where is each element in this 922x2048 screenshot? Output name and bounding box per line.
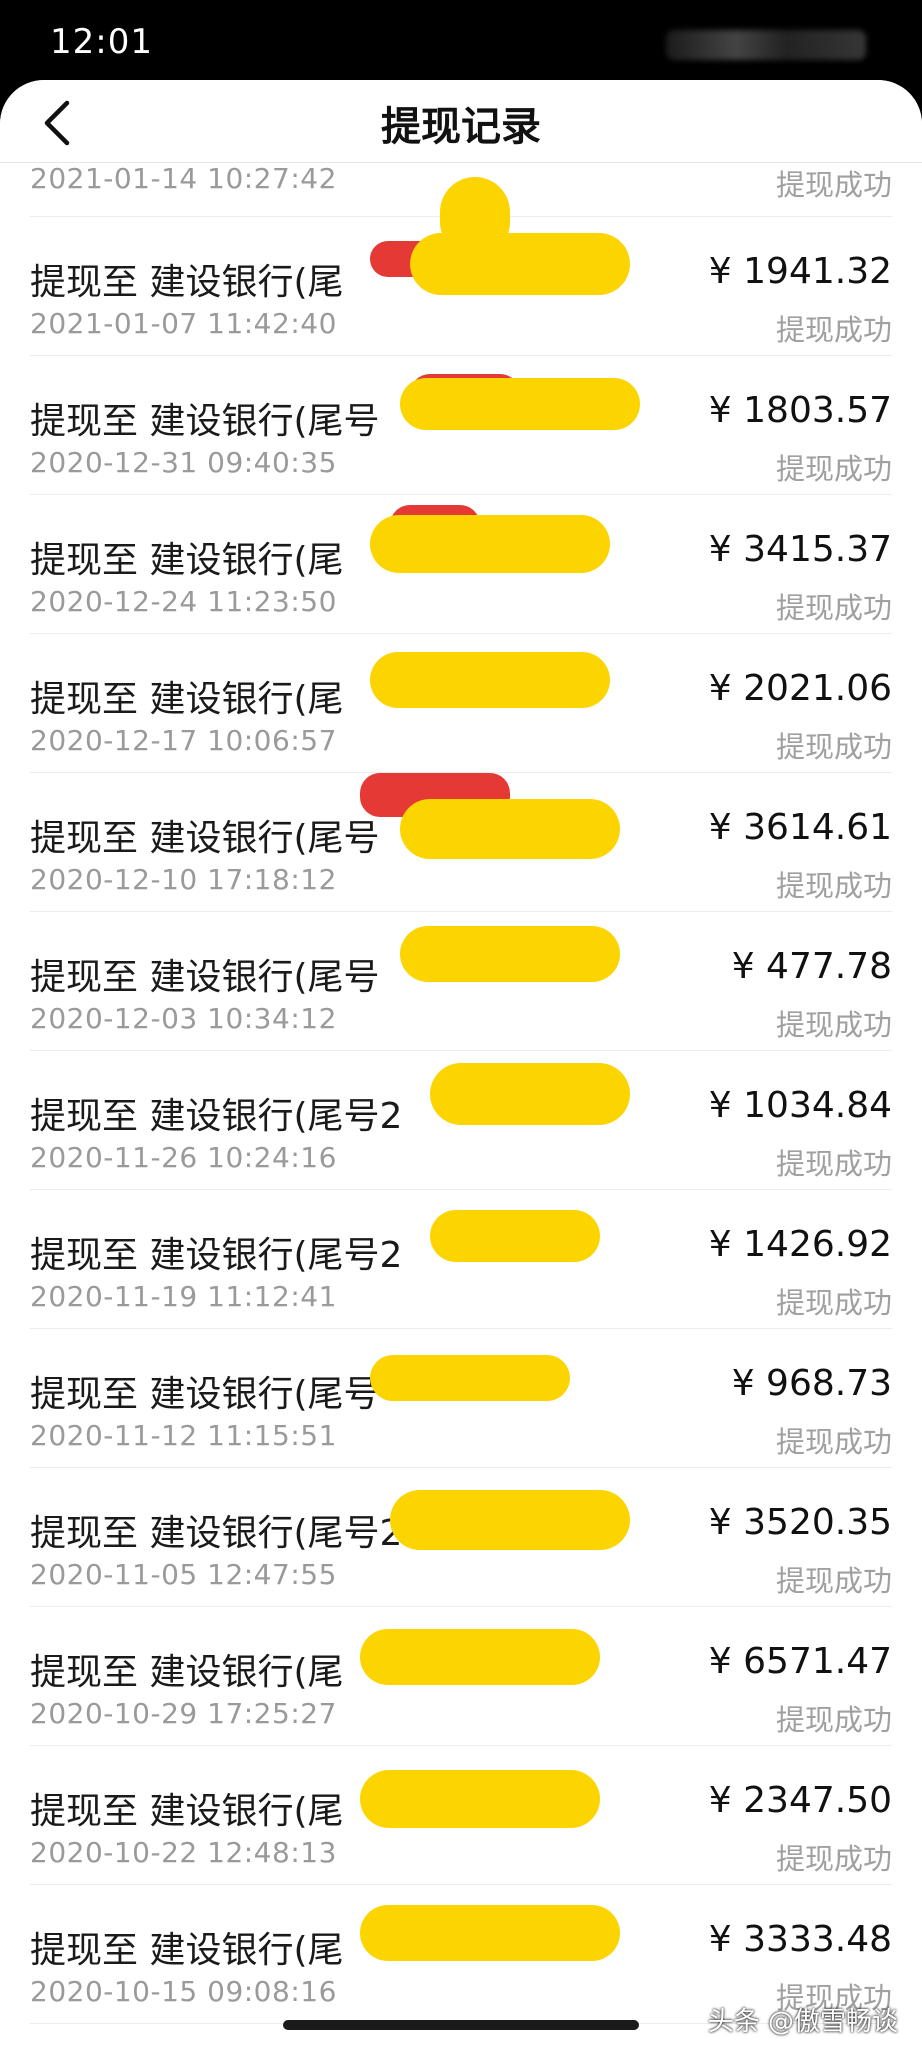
record-title: 提现至 建设银行(尾号 — [30, 818, 380, 859]
record-date: 2021-01-14 10:27:42 — [30, 162, 337, 195]
record-status: 提现成功 — [775, 1425, 892, 1459]
status-time: 12:01 — [50, 22, 153, 62]
record-title: 提现至 建设银行(尾 — [30, 1652, 344, 1693]
list-item[interactable]: 提现至 建设银行(尾 ¥ 3415.37 2020-12-24 11:23:50 提现… — [30, 495, 892, 634]
record-status: 提现成功 — [775, 1286, 892, 1320]
record-date: 2020-12-17 10:06:57 — [30, 724, 337, 757]
record-status: 提现成功 — [775, 1842, 892, 1876]
record-status: 提现成功 — [775, 313, 892, 347]
record-amount: ¥ 1426.92 — [708, 1224, 892, 1265]
record-amount: ¥ 1941.32 — [708, 251, 892, 292]
record-amount: ¥ 6571.47 — [708, 1641, 892, 1682]
record-amount: ¥ 3415.37 — [708, 529, 892, 570]
record-title: 提现至 建设银行(尾号2 — [30, 1235, 403, 1276]
record-date: 2020-12-31 09:40:35 — [30, 446, 337, 479]
list-item[interactable]: 提现至 建设银行(尾 ¥ 1941.32 2021-01-07 11:42:40 提现… — [30, 177, 892, 356]
withdraw-records-sheet: 提现记录 2021-01-14 10:27:42 提现成功 提现至 建设银行(尾… — [0, 80, 922, 2048]
redaction-mark-yellow — [430, 1063, 630, 1125]
record-date: 2020-10-15 09:08:16 — [30, 1975, 337, 2008]
record-amount: ¥ 968.73 — [731, 1363, 892, 1404]
redaction-mark-yellow — [430, 1210, 600, 1262]
list-item[interactable]: 提现至 建设银行(尾 ¥ 2021.06 2020-12-17 10:06:57 提现… — [30, 634, 892, 773]
list-item[interactable]: 2021-01-14 10:27:42 提现成功 — [30, 162, 892, 217]
nav-bar: 提现记录 — [0, 80, 922, 163]
record-status: 提现成功 — [775, 869, 892, 903]
list-item[interactable]: 提现至 建设银行(尾号2 ¥ 1426.92 2020-11-19 11:12:41… — [30, 1190, 892, 1329]
record-date: 2020-12-24 11:23:50 — [30, 585, 337, 618]
record-date: 2020-11-19 11:12:41 — [30, 1280, 337, 1313]
home-indicator — [283, 2020, 639, 2030]
redaction-mark-yellow — [370, 652, 610, 708]
record-title: 提现至 建设银行(尾号 — [30, 401, 380, 442]
redaction-mark-yellow — [390, 1490, 630, 1550]
status-icons-blurred — [666, 30, 866, 60]
record-amount: ¥ 1034.84 — [708, 1085, 892, 1126]
record-title: 提现至 建设银行(尾号2 — [30, 1096, 403, 1137]
record-title: 提现至 建设银行(尾 — [30, 1791, 344, 1832]
list-item[interactable]: 提现至 建设银行(尾 ¥ 6571.47 2020-10-29 17:25:27 提现… — [30, 1607, 892, 1746]
record-title: 提现至 建设银行(尾 — [30, 679, 344, 720]
record-amount: ¥ 2347.50 — [708, 1780, 892, 1821]
list-item[interactable]: 提现至 建设银行(尾号 ¥ 477.78 2020-12-03 10:34:12 提现… — [30, 912, 892, 1051]
record-amount: ¥ 3333.48 — [708, 1919, 892, 1960]
record-status: 提现成功 — [775, 452, 892, 486]
record-amount: ¥ 477.78 — [731, 946, 892, 987]
record-status: 提现成功 — [775, 591, 892, 625]
page-title: 提现记录 — [381, 104, 541, 150]
record-amount: ¥ 1803.57 — [708, 390, 892, 431]
record-amount: ¥ 2021.06 — [708, 668, 892, 709]
redaction-mark-yellow — [360, 1905, 620, 1961]
redaction-mark-red — [390, 505, 480, 551]
record-status: 提现成功 — [775, 168, 892, 202]
record-status: 提现成功 — [775, 1564, 892, 1598]
record-date: 2020-11-26 10:24:16 — [30, 1141, 337, 1174]
record-status: 提现成功 — [775, 1703, 892, 1737]
redaction-mark-yellow — [360, 1629, 600, 1685]
record-title: 提现至 建设银行(尾 — [30, 1930, 344, 1971]
record-title: 提现至 建设银行(尾号 — [30, 1374, 380, 1415]
record-date: 2020-12-03 10:34:12 — [30, 1002, 337, 1035]
record-title: 提现至 建设银行(尾号 — [30, 957, 380, 998]
record-date: 2020-11-05 12:47:55 — [30, 1558, 337, 1591]
record-status: 提现成功 — [775, 730, 892, 764]
watermark: 头条 @傲雪畅谈 — [707, 2007, 898, 2037]
redaction-mark-yellow — [400, 799, 620, 859]
record-date: 2020-10-29 17:25:27 — [30, 1697, 337, 1730]
redaction-mark-yellow — [370, 515, 610, 573]
redaction-mark-red — [370, 241, 440, 277]
record-amount: ¥ 3614.61 — [708, 807, 892, 848]
redaction-mark-yellow — [410, 233, 630, 295]
redaction-mark-red — [390, 652, 530, 682]
status-bar: 12:01 — [0, 0, 922, 84]
list-item[interactable]: 提现至 建设银行(尾号2 ¥ 3520.35 2020-11-05 12:47:55… — [30, 1468, 892, 1607]
redaction-mark-yellow — [400, 378, 640, 430]
record-status: 提现成功 — [775, 1008, 892, 1042]
record-title: 提现至 建设银行(尾 — [30, 262, 344, 303]
redaction-mark-yellow — [400, 926, 620, 982]
list-item[interactable]: 提现至 建设银行(尾号 ¥ 968.73 2020-11-12 11:15:51 提现… — [30, 1329, 892, 1468]
records-list[interactable]: 2021-01-14 10:27:42 提现成功 提现至 建设银行(尾 ¥ 194… — [0, 162, 922, 2024]
list-item[interactable]: 提现至 建设银行(尾号 ¥ 1803.57 2020-12-31 09:40:35 提… — [30, 356, 892, 495]
record-date: 2020-11-12 11:15:51 — [30, 1419, 337, 1452]
record-date: 2020-12-10 17:18:12 — [30, 863, 337, 896]
list-item[interactable]: 提现至 建设银行(尾号2 ¥ 1034.84 2020-11-26 10:24:16… — [30, 1051, 892, 1190]
list-item[interactable]: 提现至 建设银行(尾号 ¥ 3614.61 2020-12-10 17:18:12 提… — [30, 773, 892, 912]
redaction-mark-yellow — [360, 1770, 600, 1828]
redaction-mark-red — [360, 773, 510, 817]
list-item[interactable]: 提现至 建设银行(尾 ¥ 2347.50 2020-10-22 12:48:13 提现… — [30, 1746, 892, 1885]
record-title: 提现至 建设银行(尾号2 — [30, 1513, 403, 1554]
record-date: 2021-01-07 11:42:40 — [30, 307, 337, 340]
record-date: 2020-10-22 12:48:13 — [30, 1836, 337, 1869]
redaction-mark-red — [410, 374, 520, 418]
redaction-mark-yellow — [370, 1355, 570, 1401]
record-title: 提现至 建设银行(尾 — [30, 540, 344, 581]
record-status: 提现成功 — [775, 1147, 892, 1181]
record-amount: ¥ 3520.35 — [708, 1502, 892, 1543]
